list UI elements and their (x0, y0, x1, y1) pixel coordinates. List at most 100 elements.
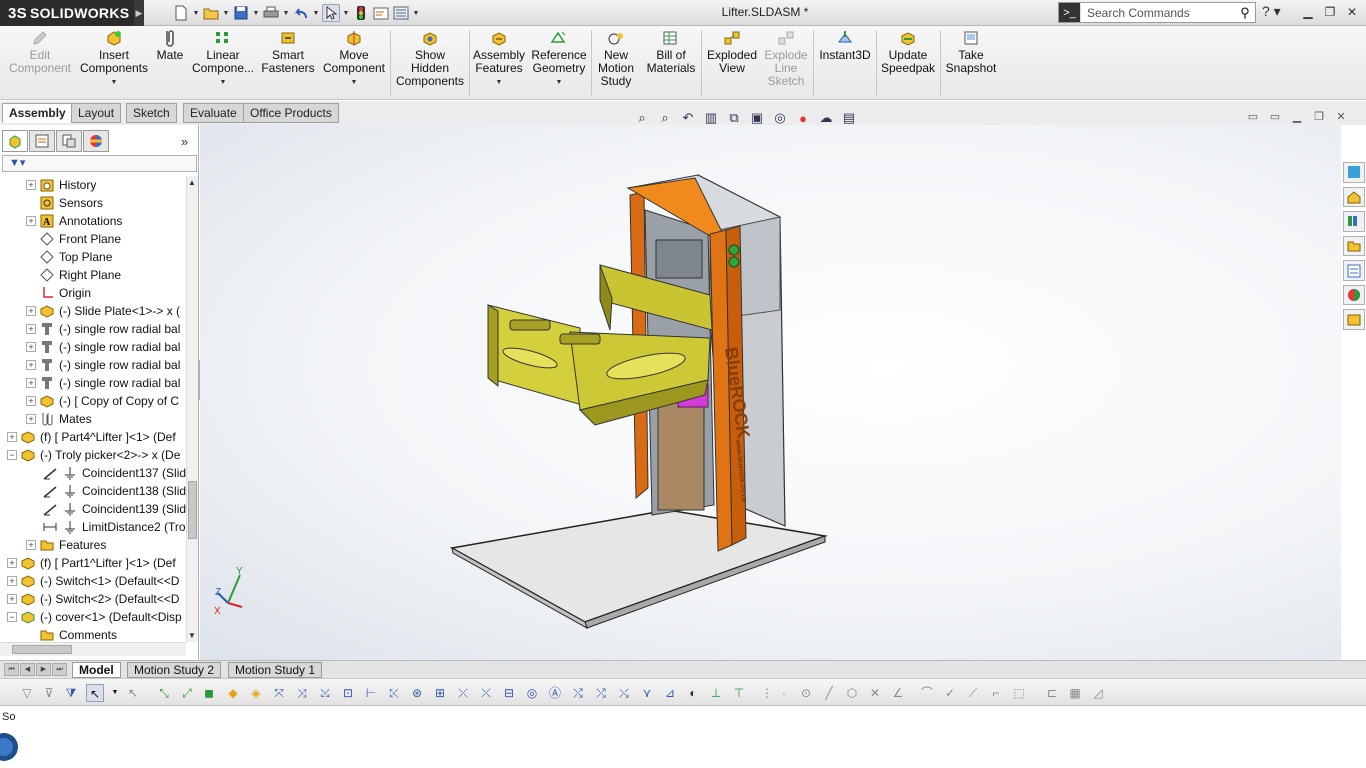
options-dropdown[interactable]: ▼ (412, 10, 420, 17)
apply-scene-icon[interactable]: ☁ (816, 110, 836, 126)
tree-item-slide-plate[interactable]: + (-) Slide Plate<1>-> x ( (26, 302, 180, 320)
configuration-manager-icon[interactable] (56, 130, 82, 152)
move-component-button[interactable]: Move Component ▼ (320, 29, 388, 89)
print-dropdown[interactable]: ▼ (282, 10, 290, 17)
smart-fasteners-button[interactable]: Smart Fasteners (260, 29, 316, 75)
select-icon[interactable]: ↖ (86, 684, 104, 702)
hide-show-items-icon[interactable]: ◎ (770, 110, 790, 126)
filter-edges-icon[interactable]: ⤢ (178, 684, 196, 702)
tab-assembly[interactable]: Assembly (2, 103, 73, 123)
edit-appearance-icon[interactable]: ● (793, 111, 813, 126)
filter-icon[interactable]: ▼▾ (9, 157, 25, 169)
select-other-icon[interactable]: ↖ (124, 684, 142, 702)
tab-motion-study-2[interactable]: Motion Study 2 (127, 662, 222, 678)
view-palette-icon[interactable] (1343, 260, 1365, 281)
file-explorer-icon[interactable] (1343, 235, 1365, 257)
edit-component-button[interactable]: Edit Component (8, 29, 72, 75)
lifter-assembly-model[interactable]: BlueROCK www.bluerock.co.za (440, 170, 840, 630)
tree-item-history[interactable]: + History (26, 176, 96, 194)
restore-window-icon[interactable]: ❐ (1320, 3, 1340, 21)
search-input[interactable]: Search Commands (1081, 6, 1235, 20)
filter-solids-icon[interactable]: ◈ (247, 684, 265, 702)
section-view-icon[interactable]: ▥ (701, 110, 721, 126)
display-style-icon[interactable]: ▣ (747, 110, 767, 126)
assembly-features-button[interactable]: Assembly Features ▼ (472, 29, 526, 89)
take-snapshot-button[interactable]: Take Snapshot (943, 29, 999, 75)
file-properties-icon[interactable] (372, 4, 390, 22)
viewport-minimize-icon[interactable]: ▁ (1290, 110, 1304, 123)
tree-item-front-plane[interactable]: Front Plane (26, 230, 121, 248)
sketch-check-icon[interactable]: ✓ (941, 684, 959, 702)
tree-item-annotations[interactable]: + A Annotations (26, 212, 122, 230)
design-library-icon[interactable] (1343, 211, 1365, 232)
update-speedpak-button[interactable]: Update Speedpak (879, 29, 937, 75)
tree-item-top-plane[interactable]: Top Plane (26, 248, 112, 266)
bill-of-materials-button[interactable]: Bill of Materials (644, 29, 698, 75)
sketch-point-icon[interactable]: · (775, 684, 793, 702)
view-orientation-icon[interactable]: ⧉ (724, 110, 744, 126)
select-arrow-icon[interactable] (322, 4, 340, 22)
feature-manager-tree-icon[interactable] (2, 130, 28, 152)
sketch-trim-icon[interactable]: ✕ (866, 684, 884, 702)
save-dropdown[interactable]: ▼ (252, 10, 260, 17)
tree-filter[interactable]: ▼▾ (2, 155, 197, 172)
sketch-dimension-icon[interactable]: ⊏ (1043, 684, 1061, 702)
filter-origin-icon[interactable]: ⊤ (730, 684, 748, 702)
tree-item-troly-picker[interactable]: − (-) Troly picker<2>-> x (De (7, 446, 180, 464)
tree-item-origin[interactable]: Origin (26, 284, 91, 302)
tree-item-switch2[interactable]: + (-) Switch<2> (Default<<D (7, 590, 179, 608)
sketch-corner-icon[interactable]: ⌐ (987, 684, 1005, 702)
explode-line-sketch-button[interactable]: Explode Line Sketch (762, 29, 810, 88)
new-dropdown[interactable]: ▼ (192, 10, 200, 17)
switch-green-light[interactable] (728, 244, 740, 256)
filter-weld-icon[interactable]: ⊞ (431, 684, 449, 702)
reference-geometry-button[interactable]: Reference Geometry ▼ (530, 29, 588, 89)
appearances-icon[interactable] (1343, 284, 1365, 306)
first-tab-arrow[interactable]: ⏮ (4, 663, 19, 676)
tree-item-bearing[interactable]: + (-) single row radial bal (26, 338, 180, 356)
sketch-triangle-icon[interactable]: ◿ (1089, 684, 1107, 702)
hscroll-thumb[interactable] (12, 645, 72, 654)
filter-balloons-icon[interactable]: ◎ (523, 684, 541, 702)
sketch-grid-icon[interactable]: ▦ (1066, 684, 1084, 702)
help-icon[interactable]: ? ▾ (1262, 3, 1281, 20)
print-icon[interactable] (262, 4, 280, 22)
windows-start-orb-icon[interactable] (0, 727, 18, 767)
new-document-icon[interactable] (172, 4, 190, 22)
tree-item-coincident139[interactable]: Coincident139 (Slid (42, 500, 186, 518)
filter-routing-icon[interactable]: ⤯ (615, 684, 633, 702)
tab-model[interactable]: Model (72, 662, 121, 678)
sketch-arc-icon[interactable]: ⌒ (918, 684, 936, 702)
filter-sketch-points-icon[interactable]: ⤭ (569, 684, 587, 702)
filter-vertex-icon[interactable]: ⤡ (155, 684, 173, 702)
custom-properties-icon[interactable] (1343, 309, 1365, 331)
sketch-rectangle-icon[interactable]: ⬚ (1010, 684, 1028, 702)
filter-toggle-icon[interactable]: ⊽ (40, 684, 58, 702)
search-icon[interactable]: ⚲ (1235, 5, 1255, 21)
tree-item-coincident137[interactable]: Coincident137 (Slid (42, 464, 186, 482)
mate-button[interactable]: Mate (154, 29, 186, 62)
filter-center-icon[interactable]: ⊥ (707, 684, 725, 702)
select-dropdown[interactable]: ▼ (106, 684, 124, 702)
solidworks-logo[interactable]: 3S SOLIDWORKS (0, 0, 134, 26)
tree-item-coincident138[interactable]: Coincident138 (Slid (42, 482, 186, 500)
tree-item-cover[interactable]: − (-) cover<1> (Default<Disp (7, 608, 182, 626)
scroll-down-arrow[interactable]: ▼ (188, 631, 196, 640)
insert-components-button[interactable]: Insert Components ▼ (78, 29, 150, 89)
close-window-icon[interactable]: ✕ (1342, 3, 1362, 21)
filter-faces-icon[interactable]: ⧩ (62, 684, 80, 702)
filter-faces-green-icon[interactable]: ◼ (200, 684, 218, 702)
home-icon[interactable] (1343, 186, 1365, 208)
tab-layout[interactable]: Layout (71, 103, 122, 123)
undo-icon[interactable] (292, 4, 310, 22)
tab-office-products[interactable]: Office Products (243, 103, 339, 123)
tree-item-comments[interactable]: Comments (26, 626, 117, 642)
tree-item-limitdistance2[interactable]: LimitDistance2 (Tro (42, 518, 186, 536)
filter-surface-finish-icon[interactable]: ⤫ (454, 684, 472, 702)
tree-item-features[interactable]: + Features (26, 536, 106, 554)
next-tab-arrow[interactable]: ▶ (36, 663, 51, 676)
tree-horizontal-scrollbar[interactable] (0, 642, 186, 656)
options-icon[interactable] (392, 4, 410, 22)
solidworks-resources-icon[interactable] (1343, 162, 1365, 183)
undo-dropdown[interactable]: ▼ (312, 10, 320, 17)
